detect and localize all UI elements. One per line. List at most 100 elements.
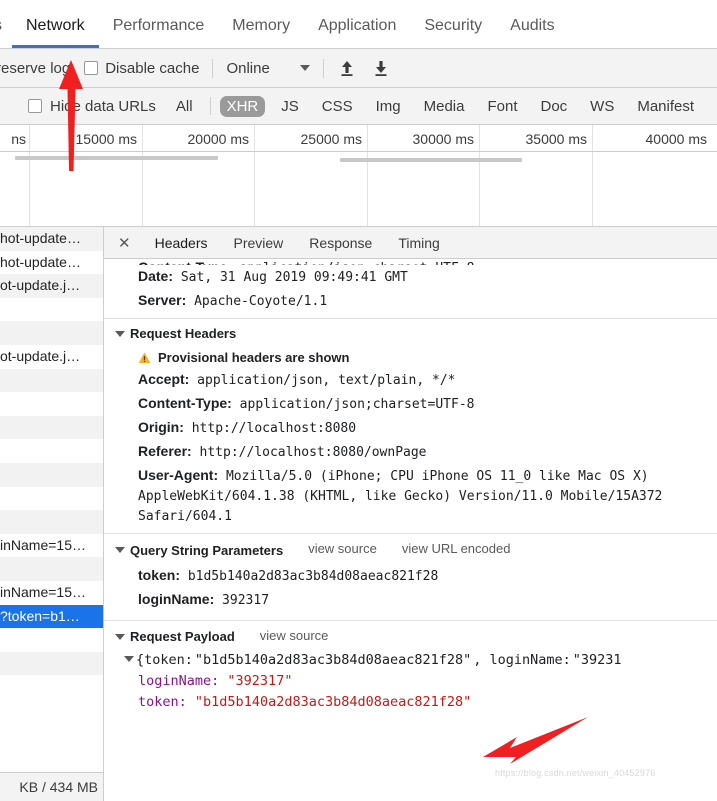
header-key: Accept: bbox=[138, 371, 190, 387]
header-key: Date: bbox=[138, 268, 174, 284]
table-row-selected[interactable]: ?token=b1… bbox=[0, 604, 103, 629]
throttling-select[interactable]: Online bbox=[226, 59, 310, 77]
filter-css[interactable]: CSS bbox=[315, 96, 360, 117]
request-rows: hot-update… hot-update… ot-update.j… ot-… bbox=[0, 227, 103, 772]
export-har-button[interactable] bbox=[371, 58, 391, 78]
network-overview[interactable]: ns 15000 ms 20000 ms 25000 ms 30000 ms 3… bbox=[0, 125, 717, 227]
filter-ws[interactable]: WS bbox=[583, 96, 621, 117]
hide-data-urls-label: Hide data URLs bbox=[50, 97, 156, 115]
filter-media[interactable]: Media bbox=[417, 96, 472, 117]
hide-data-urls-control[interactable]: Hide data URLs bbox=[28, 98, 156, 115]
header-value: http://localhost:8080 bbox=[183, 421, 357, 436]
query-string-section-header[interactable]: Query String Parameters view source view… bbox=[104, 533, 717, 564]
tab-response[interactable]: Response bbox=[296, 235, 385, 251]
table-row[interactable] bbox=[0, 321, 103, 345]
transfer-size-status: KB / 434 MB bbox=[0, 772, 103, 801]
tab-clipped-left[interactable]: s bbox=[0, 18, 12, 48]
table-row[interactable] bbox=[0, 557, 103, 581]
disable-cache-label: Disable cache bbox=[105, 59, 200, 77]
ruler-label-3: 30000 ms bbox=[412, 131, 474, 147]
ruler-label-0: 15000 ms bbox=[75, 131, 137, 147]
tab-timing[interactable]: Timing bbox=[385, 235, 453, 251]
header-row-content-type: Content-Type: application/json;charset=U… bbox=[104, 392, 717, 416]
disable-cache-control[interactable]: Disable cache bbox=[84, 60, 199, 77]
filter-img[interactable]: Img bbox=[369, 96, 408, 117]
filter-all[interactable]: All bbox=[169, 96, 200, 117]
section-title: Request Headers bbox=[115, 326, 236, 341]
tab-headers[interactable]: Headers bbox=[142, 235, 221, 251]
toolbar-divider-1 bbox=[212, 58, 214, 78]
view-source-link[interactable]: view source bbox=[260, 628, 329, 643]
filter-doc[interactable]: Doc bbox=[533, 96, 574, 117]
table-row[interactable]: ot-update.j… bbox=[0, 345, 103, 369]
filter-font[interactable]: Font bbox=[480, 96, 524, 117]
header-value: application/json;charset=UTF-8 bbox=[231, 397, 475, 412]
overview-bar-0 bbox=[15, 156, 218, 160]
table-row[interactable] bbox=[0, 675, 103, 699]
payload-root-prefix: {token: bbox=[136, 652, 193, 668]
filter-xhr[interactable]: XHR bbox=[219, 95, 266, 117]
header-key: Server: bbox=[138, 292, 187, 308]
request-payload-section-header[interactable]: Request Payload view source bbox=[104, 619, 717, 651]
ruler-division-2: 25000 ms bbox=[255, 125, 368, 226]
import-har-button[interactable] bbox=[337, 58, 357, 78]
table-row[interactable]: inName=15… bbox=[0, 581, 103, 605]
payload-entry-loginname: loginName: "392317" bbox=[104, 671, 717, 692]
preserve-log-label[interactable]: Preserve log bbox=[0, 60, 70, 77]
tab-performance[interactable]: Performance bbox=[99, 18, 219, 48]
table-row[interactable] bbox=[0, 415, 103, 440]
ruler-division-3: 30000 ms bbox=[368, 125, 480, 226]
request-details-pane: ✕ Headers Preview Response Timing Conten… bbox=[104, 227, 717, 801]
table-row[interactable] bbox=[0, 439, 103, 463]
table-row[interactable] bbox=[0, 298, 103, 322]
request-name: hot-update… bbox=[0, 230, 81, 246]
disable-cache-checkbox[interactable] bbox=[84, 61, 99, 75]
table-row[interactable] bbox=[0, 368, 103, 393]
table-row[interactable] bbox=[0, 651, 103, 676]
filter-manifest[interactable]: Manifest bbox=[630, 96, 701, 117]
ruler-division-partial: ns bbox=[0, 125, 30, 226]
filter-divider bbox=[209, 97, 211, 115]
tab-application[interactable]: Application bbox=[304, 18, 410, 48]
upload-arrow-icon bbox=[341, 61, 353, 76]
table-row[interactable]: hot-update… bbox=[0, 251, 103, 275]
view-url-encoded-link[interactable]: view URL encoded bbox=[402, 541, 511, 556]
request-name: ot-update.j… bbox=[0, 347, 81, 364]
header-key: Content-Type: bbox=[138, 395, 232, 411]
payload-entry-token: token: "b1d5b140a2d83ac3b84d08aeac821f28… bbox=[104, 692, 717, 713]
headers-content[interactable]: Content-Type: application/json;charset=U… bbox=[104, 259, 717, 801]
filter-other[interactable]: Other bbox=[710, 96, 717, 117]
view-source-link[interactable]: view source bbox=[308, 541, 377, 556]
throttling-value: Online bbox=[226, 59, 270, 77]
table-row[interactable]: hot-update… bbox=[0, 227, 103, 251]
filter-js[interactable]: JS bbox=[274, 96, 306, 117]
table-row[interactable] bbox=[0, 392, 103, 416]
network-toolbar: Preserve log Disable cache Online bbox=[0, 49, 717, 88]
payload-key: token: bbox=[138, 694, 187, 710]
table-row[interactable] bbox=[0, 462, 103, 487]
tab-preview[interactable]: Preview bbox=[221, 235, 297, 251]
network-lower-pane: hot-update… hot-update… ot-update.j… ot-… bbox=[0, 227, 717, 801]
header-row-server: Server: Apache-Coyote/1.1 bbox=[104, 289, 717, 313]
close-icon[interactable]: ✕ bbox=[104, 234, 142, 252]
timeline-ruler: ns 15000 ms 20000 ms 25000 ms 30000 ms 3… bbox=[0, 125, 717, 226]
payload-root-row[interactable]: {token: "b1d5b140a2d83ac3b84d08aeac821f2… bbox=[104, 650, 717, 671]
request-name: hot-update… bbox=[0, 253, 81, 270]
payload-root-login-value: "39231 bbox=[572, 652, 622, 668]
network-filter-bar: Hide data URLs All XHR JS CSS Img Media … bbox=[0, 88, 717, 125]
request-headers-section-header[interactable]: Request Headers bbox=[104, 318, 717, 347]
tab-network[interactable]: Network bbox=[12, 18, 99, 48]
triangle-down-icon bbox=[115, 330, 125, 337]
tab-audits[interactable]: Audits bbox=[496, 18, 568, 48]
table-row[interactable] bbox=[0, 510, 103, 534]
hide-data-urls-checkbox[interactable] bbox=[28, 99, 42, 113]
ruler-label-2: 25000 ms bbox=[300, 131, 362, 147]
ruler-baseline bbox=[0, 151, 717, 152]
tab-security[interactable]: Security bbox=[410, 18, 496, 48]
ruler-label-5: 40000 ms bbox=[645, 131, 707, 147]
table-row[interactable] bbox=[0, 487, 103, 511]
table-row[interactable]: inName=15… bbox=[0, 534, 103, 558]
table-row[interactable]: ot-update.j… bbox=[0, 274, 103, 298]
table-row[interactable] bbox=[0, 628, 103, 652]
tab-memory[interactable]: Memory bbox=[218, 18, 304, 48]
